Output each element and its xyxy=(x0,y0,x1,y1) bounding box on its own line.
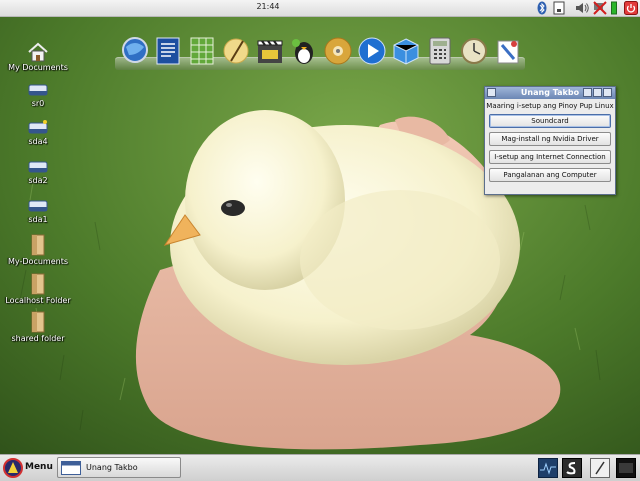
drive-icon xyxy=(28,200,48,212)
cube-icon[interactable] xyxy=(391,35,421,67)
desktop-icon-label: sda4 xyxy=(28,137,48,146)
install-nvidia-driver-button[interactable]: Mag-install ng Nvidia Driver xyxy=(489,132,611,146)
dvd-disc-icon[interactable] xyxy=(323,35,353,67)
browser-globe-icon[interactable] xyxy=(120,35,150,67)
launcher-dock xyxy=(115,33,525,73)
desktop-icon-sda4[interactable]: sda4 xyxy=(3,120,73,146)
taskbar-item-label: Unang Takbo xyxy=(86,463,138,472)
clapperboard-icon[interactable] xyxy=(255,35,285,67)
desktop-icon-label: My Documents xyxy=(8,63,68,72)
start-menu-button[interactable]: Menu xyxy=(1,457,53,479)
folder-icon xyxy=(31,273,45,295)
drive-icon xyxy=(28,120,48,134)
name-computer-button[interactable]: Pangalanan ang Computer xyxy=(489,168,611,182)
feather-pen-icon[interactable] xyxy=(221,35,251,67)
calculator-icon[interactable] xyxy=(425,35,455,67)
text-editor-icon[interactable] xyxy=(590,458,610,478)
desktop-icon-my-documents-folder[interactable]: My-Documents xyxy=(3,234,73,266)
bluetooth-icon[interactable] xyxy=(537,1,547,15)
drive-icon xyxy=(28,161,48,173)
paint-palette-icon[interactable] xyxy=(493,35,523,67)
dialog-titlebar[interactable]: Unang Takbo xyxy=(485,87,615,99)
menu-logo-icon xyxy=(3,458,23,478)
window-icon xyxy=(61,461,81,475)
text-document-icon[interactable] xyxy=(153,35,183,67)
bottom-taskbar: Menu Unang Takbo xyxy=(0,454,640,481)
show-desktop-icon[interactable] xyxy=(616,458,636,478)
desktop-icon-label: sr0 xyxy=(31,99,45,108)
setup-internet-connection-button[interactable]: I-setup ang Internet Connection xyxy=(489,150,611,164)
folder-icon xyxy=(31,234,45,256)
battery-icon[interactable] xyxy=(611,1,617,15)
media-play-icon[interactable] xyxy=(357,35,387,67)
soundcard-button[interactable]: Soundcard xyxy=(489,114,611,128)
spreadsheet-icon[interactable] xyxy=(187,35,217,67)
clock[interactable]: 21:44 xyxy=(0,2,536,11)
desktop-icon-label: Localhost Folder xyxy=(5,296,71,305)
minimize-icon[interactable] xyxy=(583,88,592,97)
volume-icon[interactable] xyxy=(574,1,590,15)
desktop-icon-my-documents-home[interactable]: My Documents xyxy=(3,42,73,72)
menu-label: Menu xyxy=(25,462,53,472)
desktop-icon-sda1[interactable]: sda1 xyxy=(3,198,73,224)
taskbar-item-unang-takbo[interactable]: Unang Takbo xyxy=(57,457,181,478)
drive-icon xyxy=(28,84,48,96)
clock-settings-icon[interactable] xyxy=(459,35,489,67)
desktop-icon-label: My-Documents xyxy=(8,257,68,266)
system-monitor-icon[interactable] xyxy=(538,458,558,478)
desktop-icon-label: sda2 xyxy=(28,176,48,185)
power-icon[interactable] xyxy=(624,1,638,15)
first-run-dialog: Unang Takbo Maaring i-setup ang Pinoy Pu… xyxy=(484,86,616,195)
maximize-icon[interactable] xyxy=(593,88,602,97)
home-icon xyxy=(28,42,48,62)
network-icon[interactable] xyxy=(552,1,566,15)
top-panel: 21:44 xyxy=(0,0,640,17)
desktop-icon-sr0[interactable]: sr0 xyxy=(3,82,73,108)
desktop-icon-shared-folder[interactable]: shared folder xyxy=(3,311,73,343)
dialog-prompt: Maaring i-setup ang Pinoy Pup Linux xyxy=(486,102,614,110)
chat-penguin-icon[interactable] xyxy=(289,35,319,67)
network-off-icon[interactable] xyxy=(592,1,608,15)
folder-icon xyxy=(31,311,45,333)
desktop-icon-localhost-folder[interactable]: Localhost Folder xyxy=(3,273,73,305)
terminal-icon[interactable] xyxy=(562,458,582,478)
close-icon[interactable] xyxy=(603,88,612,97)
desktop-icon-label: sda1 xyxy=(28,215,48,224)
desktop-icon-label: shared folder xyxy=(11,334,65,343)
desktop-icon-sda2[interactable]: sda2 xyxy=(3,159,73,185)
